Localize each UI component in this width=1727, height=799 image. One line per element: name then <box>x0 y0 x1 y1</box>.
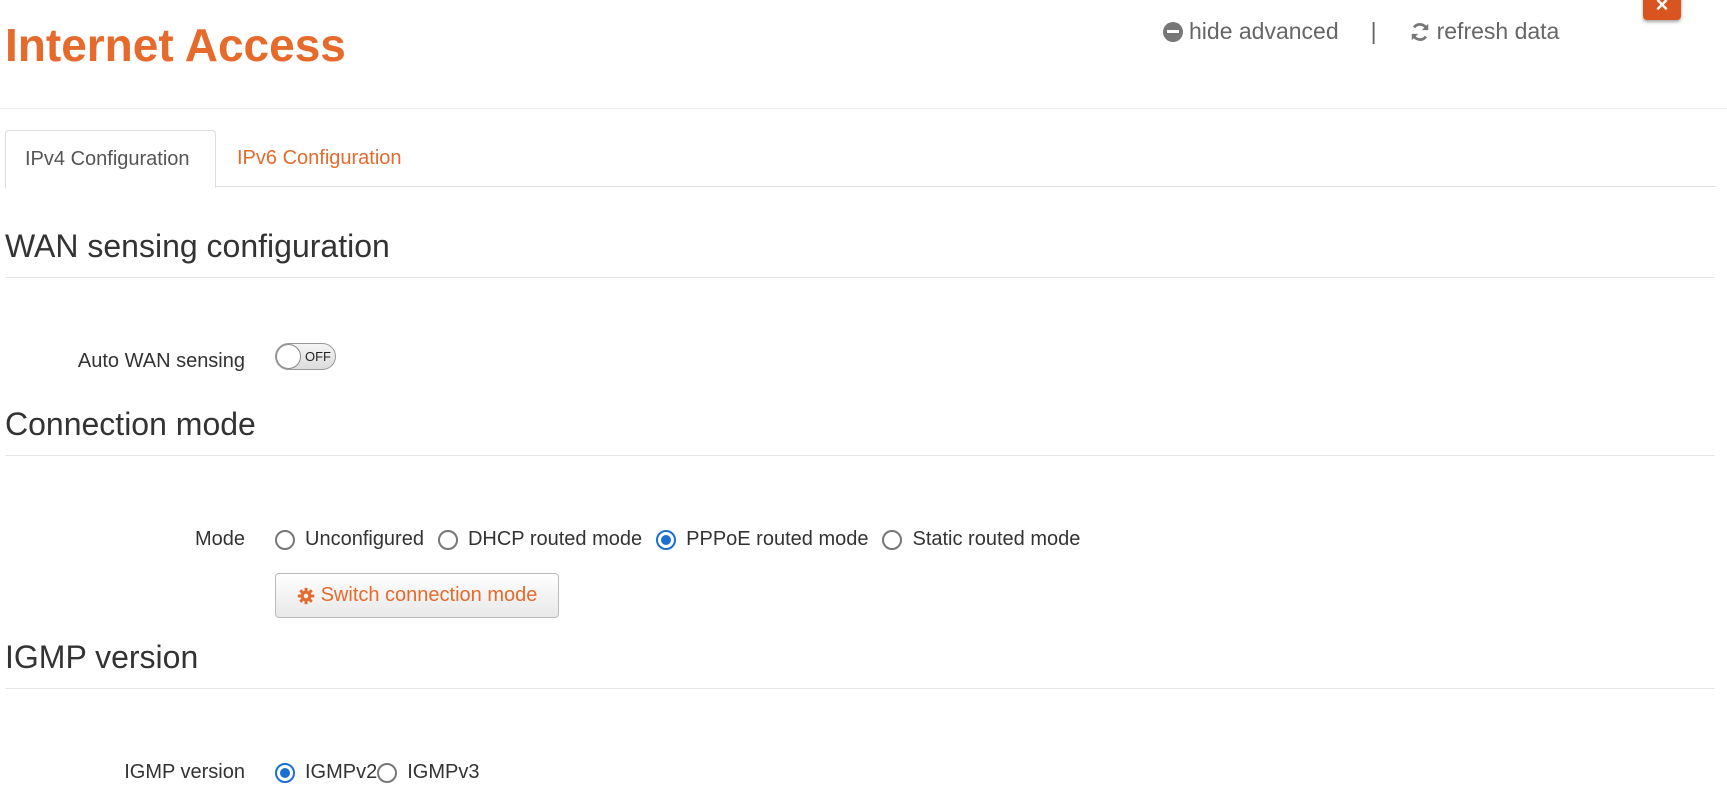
refresh-data-label: refresh data <box>1436 18 1560 44</box>
radio-option-pppoe-routed-mode[interactable]: PPPoE routed mode <box>656 528 868 551</box>
toggle-knob <box>276 344 301 369</box>
refresh-icon <box>1411 22 1428 41</box>
page-title: Internet Access <box>5 19 346 71</box>
radio-label: Unconfigured <box>305 528 424 550</box>
switch-button-label: Switch connection mode <box>320 584 538 606</box>
auto-wan-sensing-toggle[interactable]: OFF <box>275 343 336 370</box>
gear-icon <box>297 587 314 604</box>
refresh-data-link[interactable]: refresh data <box>1409 18 1560 45</box>
hide-advanced-link[interactable]: hide advanced <box>1163 18 1339 45</box>
close-icon: × <box>1655 0 1669 17</box>
auto-wan-sensing-label: Auto WAN sensing <box>77 350 245 372</box>
tab-label: IPv4 Configuration <box>25 147 190 170</box>
section-title-wan-sensing: WAN sensing configuration <box>5 228 390 264</box>
radio-igmpv3[interactable] <box>377 762 398 783</box>
radio-label: PPPoE routed mode <box>686 528 869 550</box>
header-actions: hide advanced | refresh data <box>1163 18 1559 45</box>
radio-unconfigured[interactable] <box>275 529 295 550</box>
hide-advanced-label: hide advanced <box>1189 18 1339 44</box>
section-divider <box>5 455 1715 456</box>
radio-static-routed-mode[interactable] <box>882 529 903 550</box>
section-title-igmp-version: IGMP version <box>5 639 199 675</box>
toggle-state-label: OFF <box>305 349 331 364</box>
radio-dhcp-routed-mode[interactable] <box>437 529 458 550</box>
mode-label: Mode <box>194 528 245 550</box>
tab-ipv6-configuration[interactable]: IPv6 Configuration <box>218 130 421 187</box>
switch-connection-mode-button[interactable]: Switch connection mode <box>275 573 559 618</box>
minus-circle-icon <box>1163 21 1183 42</box>
radio-label: Static routed mode <box>912 528 1081 550</box>
radio-igmpv2[interactable] <box>275 762 295 783</box>
radio-option-dhcp-routed-mode[interactable]: DHCP routed mode <box>437 528 643 551</box>
radio-label: IGMPv2 <box>305 761 378 783</box>
tab-ipv4-configuration[interactable]: IPv4 Configuration <box>5 130 216 188</box>
radio-option-unconfigured[interactable]: Unconfigured <box>275 528 424 551</box>
section-title-connection-mode: Connection mode <box>5 406 256 442</box>
tab-label: IPv6 Configuration <box>237 147 402 169</box>
section-divider <box>5 277 1715 278</box>
radio-label: IGMPv3 <box>407 761 480 783</box>
radio-pppoe-routed-mode[interactable] <box>656 529 677 550</box>
config-tabs: IPv4 Configuration IPv6 Configuration <box>5 130 1715 188</box>
igmp-version-label: IGMP version <box>124 761 245 783</box>
radio-option-igmpv2[interactable]: IGMPv2 <box>275 761 377 784</box>
section-divider <box>5 688 1715 689</box>
close-button[interactable]: × <box>1643 0 1681 20</box>
header-divider <box>0 108 1727 109</box>
radio-label: DHCP routed mode <box>467 528 643 550</box>
radio-option-igmpv3[interactable]: IGMPv3 <box>377 761 480 784</box>
igmp-version-radio-group: IGMPv2 IGMPv3 <box>275 761 480 784</box>
connection-mode-radio-group: Unconfigured DHCP routed mode PPPoE rout… <box>275 528 1080 551</box>
actions-separator: | <box>1370 18 1377 44</box>
radio-option-static-routed-mode[interactable]: Static routed mode <box>882 528 1080 551</box>
